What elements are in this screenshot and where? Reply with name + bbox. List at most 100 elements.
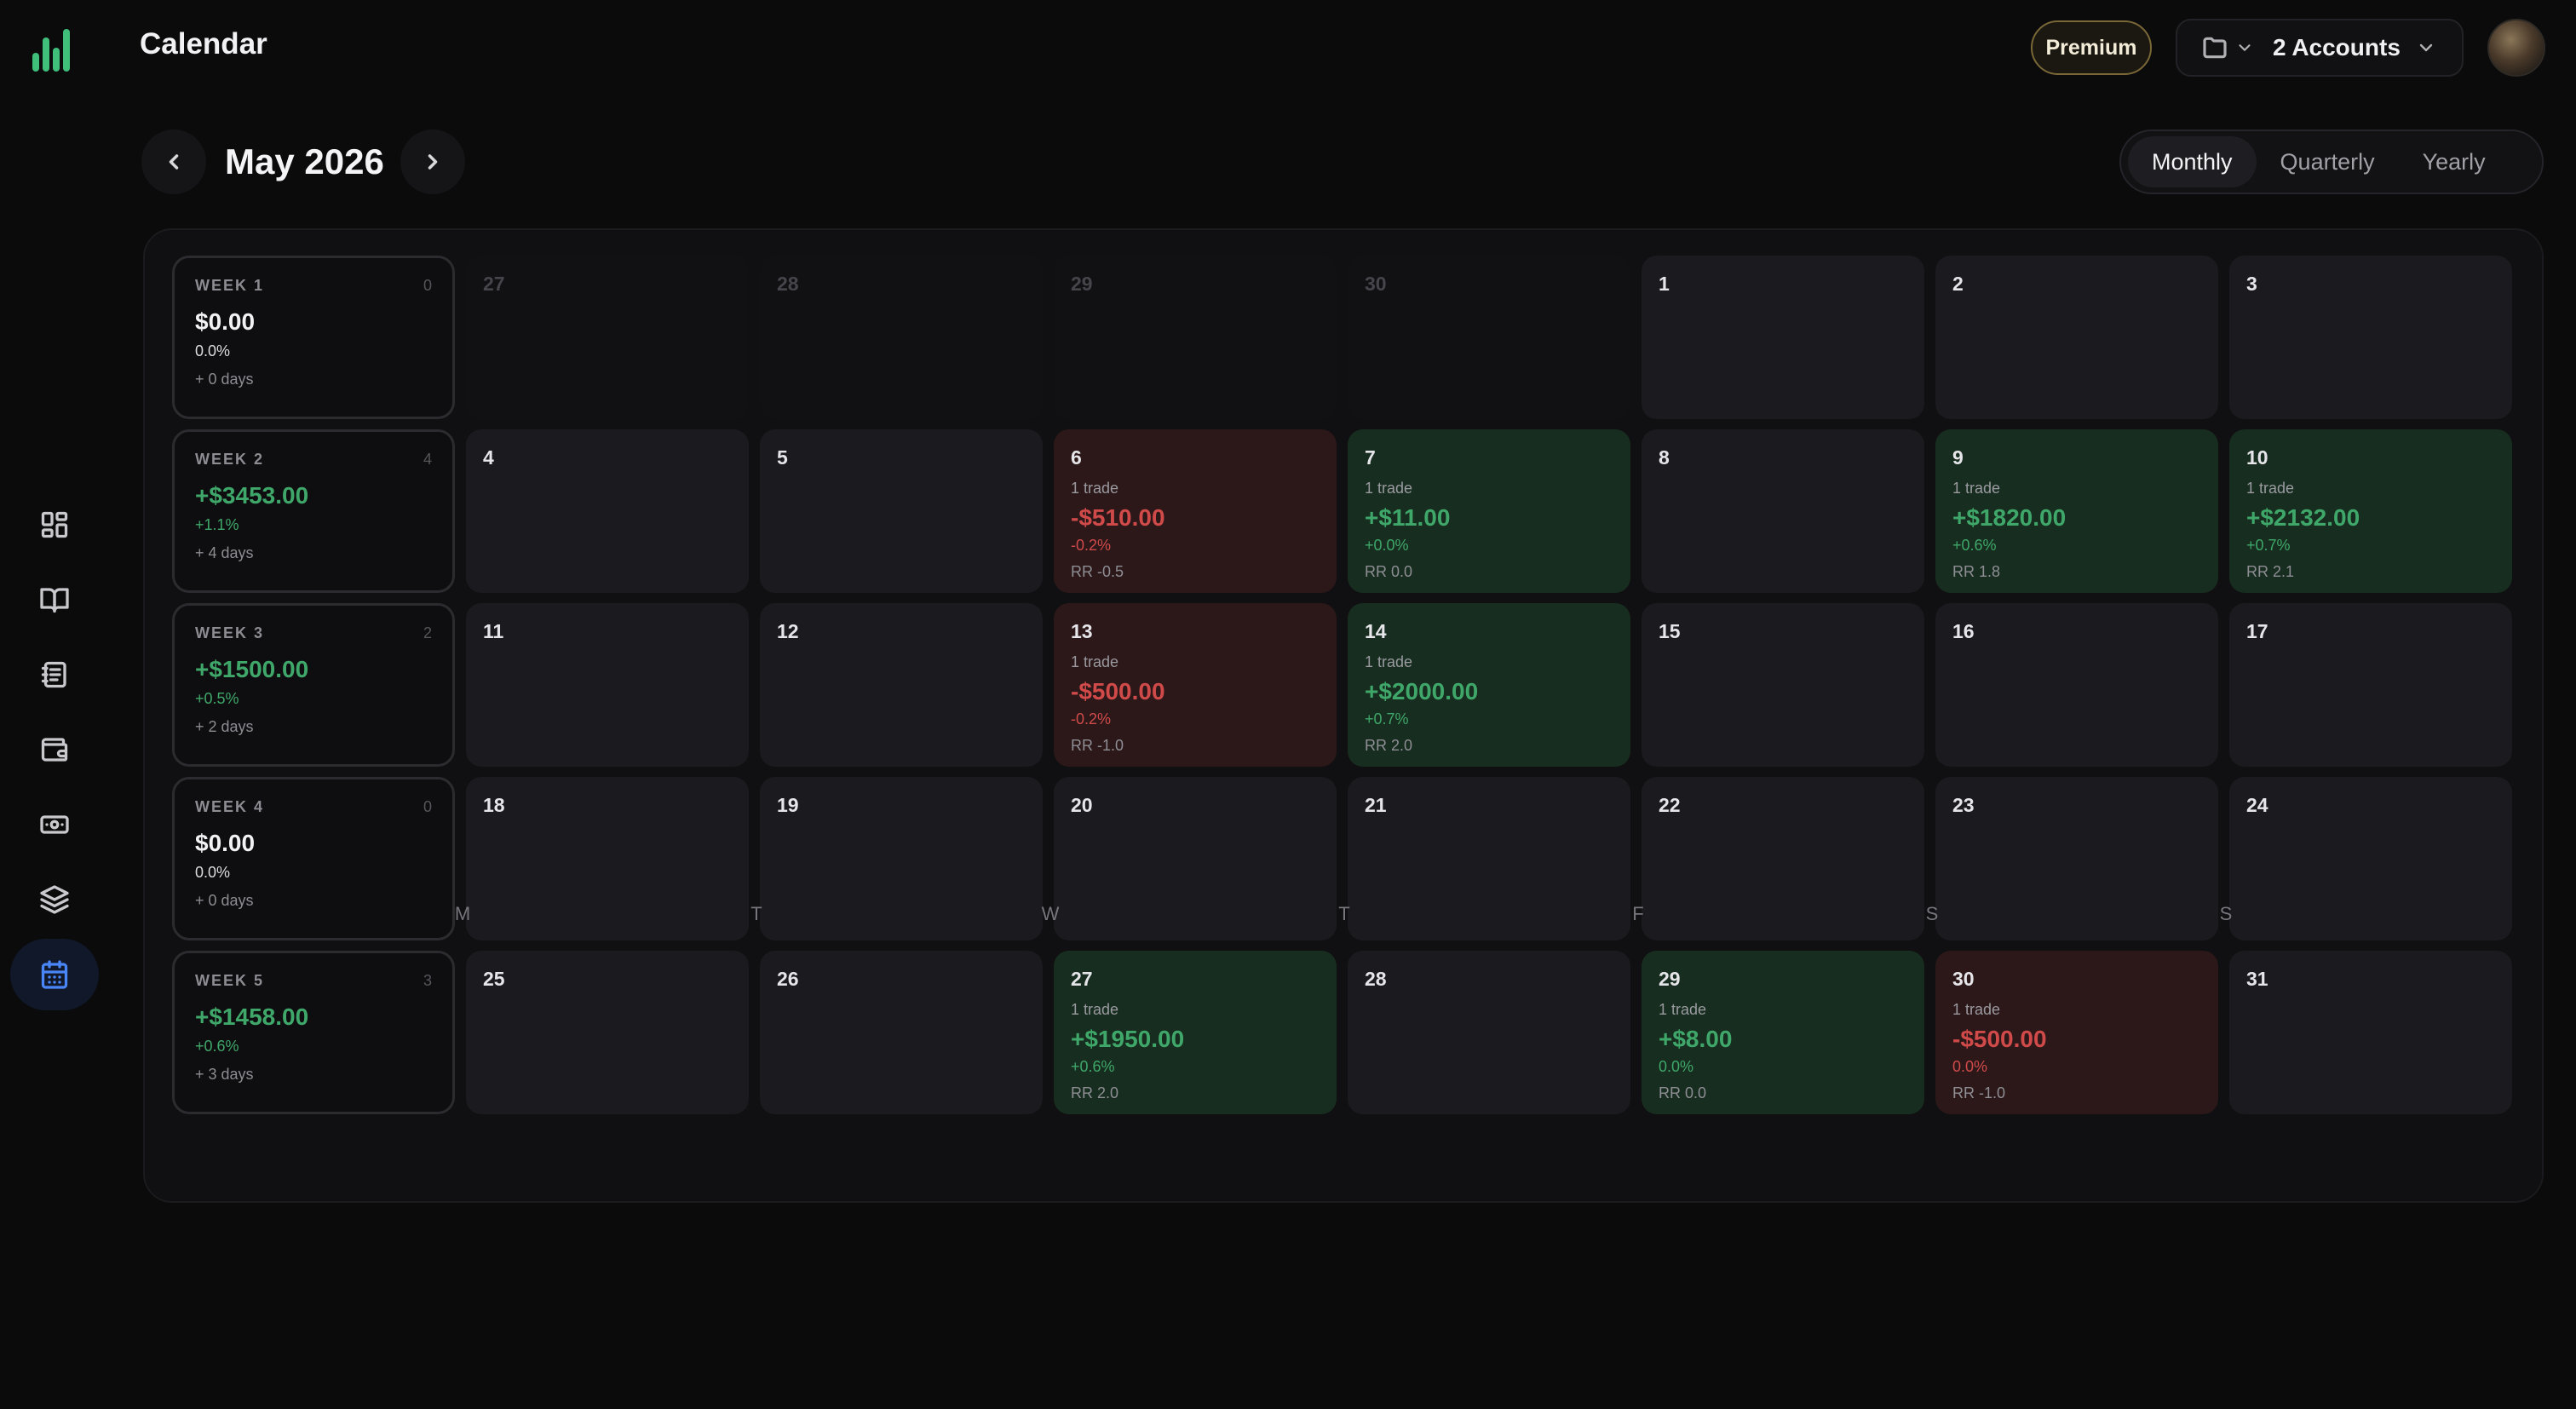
folder-icon [2203,37,2227,59]
calendar-day-cell[interactable]: 30 1 trade -$500.00 0.0% RR -1.0 [1935,951,2218,1114]
sidebar-item-journal[interactable] [10,639,99,710]
calendar-day-cell[interactable]: 10 1 trade +$2132.00 +0.7% RR 2.1 [2229,429,2512,593]
calendar-panel: WEEK 1 0 $0.00 0.0% + 0 days 27 28 29 30 1 2 3 WEEK … [143,228,2544,1203]
weekday-label: T [1338,903,1350,924]
week-percent: +0.5% [195,690,239,707]
day-pnl: +$2132.00 [2246,504,2360,531]
day-number: 23 [1952,794,1975,816]
week-summary-card[interactable]: WEEK 3 2 +$1500.00 +0.5% + 2 days [172,603,455,767]
calendar-day-cell[interactable]: 5 [760,429,1043,593]
calendar-day-cell[interactable]: 11 [466,603,749,767]
calendar-day-cell[interactable]: 16 [1935,603,2218,767]
week-summary-card[interactable]: WEEK 1 0 $0.00 0.0% + 0 days [172,256,455,419]
accounts-selector[interactable]: 2 Accounts [2176,19,2464,77]
day-number: 7 [1365,446,1376,469]
sidebar-item-calendar[interactable] [10,939,99,1010]
day-percent: +0.7% [2246,537,2291,554]
day-number: 28 [1365,968,1387,990]
day-trade-count: 1 trade [2246,480,2295,497]
day-trade-count: 1 trade [1365,480,1413,497]
week-label: WEEK 5 [195,972,265,989]
page-title: Calendar [140,27,267,60]
calendar-day-cell[interactable]: 27 [466,256,749,419]
week-days: + 3 days [195,1066,254,1083]
week-summary-card[interactable]: WEEK 5 3 +$1458.00 +0.6% + 3 days [172,951,455,1114]
day-pnl: +$1820.00 [1952,504,2067,531]
calendar-day-cell[interactable]: 26 [760,951,1043,1114]
sidebar-item-cash[interactable] [10,789,99,860]
day-risk-reward: RR 2.1 [2246,563,2295,580]
day-number: 25 [483,968,505,990]
calendar-day-cell[interactable]: 6 1 trade -$510.00 -0.2% RR -0.5 [1054,429,1337,593]
next-month-button[interactable] [400,129,465,194]
wallet-icon [41,738,68,762]
weekday-labels: MTWTFSS [321,903,2367,925]
day-pnl: -$500.00 [1952,1026,2047,1052]
day-number: 3 [2246,273,2257,295]
calendar-day-cell[interactable]: 14 1 trade +$2000.00 +0.7% RR 2.0 [1348,603,1630,767]
weekday-label: M [454,903,471,924]
previous-month-button[interactable] [141,129,206,194]
calendar-day-cell[interactable]: 17 [2229,603,2512,767]
premium-button[interactable]: Premium [2031,20,2152,75]
tab-quarterly[interactable]: Quarterly [2257,136,2399,187]
day-pnl: +$8.00 [1659,1026,1733,1052]
calendar-day-cell[interactable]: 9 1 trade +$1820.00 +0.6% RR 1.8 [1935,429,2218,593]
calendar-day-cell[interactable]: 27 1 trade +$1950.00 +0.6% RR 2.0 [1054,951,1337,1114]
chevron-down-icon [2419,43,2433,52]
calendar-day-cell[interactable]: 29 1 trade +$8.00 0.0% RR 0.0 [1642,951,1924,1114]
sidebar-item-playbook[interactable] [10,564,99,635]
calendar-day-cell[interactable]: 28 [760,256,1043,419]
weekday-label: S [2219,903,2233,924]
calendar-day-cell[interactable]: 4 [466,429,749,593]
calendar-day-cell[interactable]: 3 [2229,256,2512,419]
day-pnl: -$510.00 [1071,504,1165,531]
tab-monthly[interactable]: Monthly [2128,136,2257,187]
day-number: 11 [483,620,504,642]
calendar-day-cell[interactable]: 15 [1642,603,1924,767]
calendar-day-cell[interactable]: 13 1 trade -$500.00 -0.2% RR -1.0 [1054,603,1337,767]
sidebar-item-wallet[interactable] [10,714,99,785]
weekday-label: F [1632,903,1644,924]
calendar-day-cell[interactable]: 28 [1348,951,1630,1114]
sidebar-item-dashboard[interactable] [10,489,99,561]
day-pnl: +$2000.00 [1365,678,1479,704]
week-trade-count: 4 [423,451,432,468]
week-percent: 0.0% [195,342,231,359]
day-number: 9 [1952,446,1964,469]
day-number: 1 [1659,273,1670,295]
day-number: 22 [1659,794,1681,816]
calendar-day-cell[interactable]: 30 [1348,256,1630,419]
day-risk-reward: RR 2.0 [1365,737,1413,754]
week-pnl: $0.00 [195,308,256,335]
calendar-day-cell[interactable]: 2 [1935,256,2218,419]
day-number: 10 [2246,446,2268,469]
tab-yearly[interactable]: Yearly [2399,136,2510,187]
day-trade-count: 1 trade [1365,653,1413,670]
week-days: + 2 days [195,718,254,735]
calendar-day-cell[interactable]: 7 1 trade +$11.00 +0.0% RR 0.0 [1348,429,1630,593]
app-logo[interactable] [31,24,78,72]
week-summary-card[interactable]: WEEK 2 4 +$3453.00 +1.1% + 4 days [172,429,455,593]
avatar[interactable] [2487,19,2545,77]
week-label: WEEK 3 [195,624,265,641]
calendar-day-cell[interactable]: 8 [1642,429,1924,593]
day-risk-reward: RR 0.0 [1365,563,1413,580]
calendar-day-cell[interactable]: 25 [466,951,749,1114]
sidebar-item-layers[interactable] [10,864,99,935]
chevron-right-icon [428,154,438,170]
calendar-day-cell[interactable]: 29 [1054,256,1337,419]
week-percent: 0.0% [195,864,231,881]
accounts-label: 2 Accounts [2273,34,2401,60]
day-percent: 0.0% [1952,1058,1988,1075]
calendar-day-cell[interactable]: 31 [2229,951,2512,1114]
day-risk-reward: RR 1.8 [1952,563,2001,580]
calendar-grid: WEEK 1 0 $0.00 0.0% + 0 days 27 28 29 30 1 2 3 WEEK … [172,256,2512,1114]
cash-icon [40,815,69,834]
day-percent: -0.2% [1071,537,1112,554]
day-number: 20 [1071,794,1093,816]
calendar-day-cell[interactable]: 1 [1642,256,1924,419]
day-number: 28 [777,273,799,295]
calendar-day-cell[interactable]: 12 [760,603,1043,767]
day-trade-count: 1 trade [1071,1001,1119,1018]
